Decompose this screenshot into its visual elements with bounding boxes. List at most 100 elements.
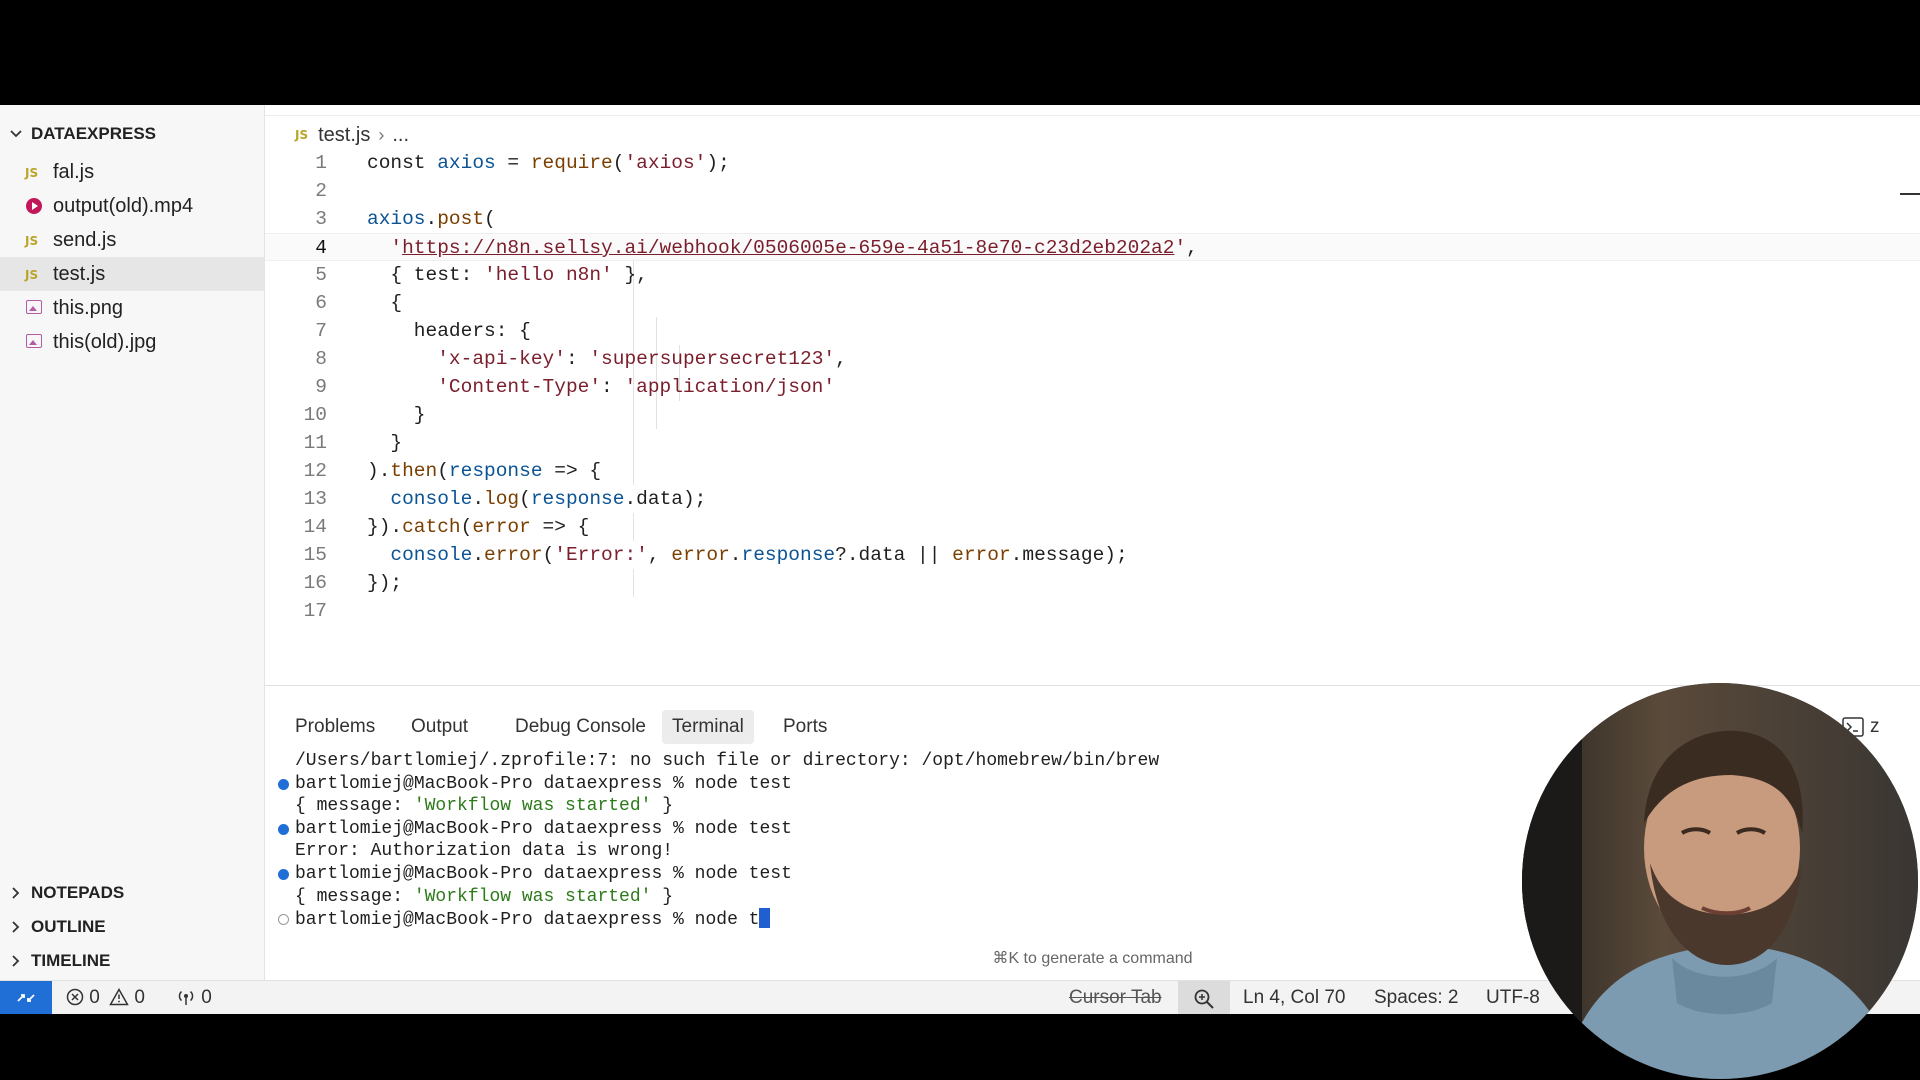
explorer-project-header[interactable]: DATAEXPRESS: [0, 119, 264, 149]
error-count: 0: [89, 987, 100, 1008]
code-text: console.log(response.data);: [390, 488, 707, 510]
breadcrumb-file[interactable]: test.js: [318, 124, 370, 146]
line-number: 15: [303, 544, 327, 566]
line-number: 10: [303, 404, 327, 426]
js-file-icon: JS: [295, 128, 309, 142]
cursor-tab-status[interactable]: Cursor Tab: [1069, 981, 1162, 1014]
chevron-right-icon: ›: [378, 125, 385, 145]
file-item-this-old-jpg[interactable]: this(old).jpg: [0, 325, 264, 359]
code-line[interactable]: 17: [265, 597, 1920, 625]
code-line[interactable]: 3 axios.post(: [265, 205, 1920, 233]
command-status-dot[interactable]: [278, 914, 289, 926]
tab-output[interactable]: Output: [401, 710, 478, 744]
file-item-send-js[interactable]: JS send.js: [0, 223, 264, 257]
code-line[interactable]: 4 'https://n8n.sellsy.ai/webhook/0506005…: [265, 233, 1920, 261]
code-line[interactable]: 8 'x-api-key': 'supersupersecret123',: [265, 345, 1920, 373]
presenter-portrait-image: [1522, 683, 1918, 1079]
line-number: 12: [303, 460, 327, 482]
code-line[interactable]: 6 {: [265, 289, 1920, 317]
code-line[interactable]: 13 console.log(response.data);: [265, 485, 1920, 513]
code-text: }).catch(error => {: [367, 516, 590, 538]
line-number: 17: [303, 600, 327, 622]
line-number: 6: [315, 292, 327, 314]
command-status-dot[interactable]: [278, 823, 289, 835]
ports-count: 0: [201, 987, 212, 1008]
terminal-line: bartlomiej@MacBook-Pro dataexpress % nod…: [278, 908, 771, 930]
timeline-label: TIMELINE: [31, 951, 111, 970]
code-text: }: [367, 404, 426, 426]
code-text: 'x-api-key': 'supersupersecret123',: [437, 348, 847, 370]
tab-terminal[interactable]: Terminal: [662, 710, 754, 744]
scrollbar-marker[interactable]: [1900, 193, 1920, 195]
command-status-dot[interactable]: [278, 778, 289, 790]
chevron-right-icon: [8, 944, 24, 978]
notepads-section-header[interactable]: NOTEPADS: [0, 876, 264, 910]
code-text: }: [367, 432, 403, 454]
js-file-icon: JS: [25, 268, 39, 282]
file-item-output-old-mp4[interactable]: output(old).mp4: [0, 189, 264, 223]
file-name: test.js: [53, 263, 106, 285]
indentation-status[interactable]: Spaces: 2: [1374, 981, 1459, 1014]
code-line[interactable]: 9 'Content-Type': 'application/json': [265, 373, 1920, 401]
video-file-icon: [24, 189, 46, 223]
outline-section-header[interactable]: OUTLINE: [0, 910, 264, 944]
file-name: output(old).mp4: [53, 195, 194, 217]
tab-problems[interactable]: Problems: [285, 710, 385, 744]
breadcrumb: JS test.js ›...: [295, 121, 409, 149]
line-number: 8: [315, 348, 327, 370]
file-name: this.png: [53, 297, 124, 319]
file-name: fal.js: [53, 161, 95, 183]
line-number: 11: [303, 432, 327, 454]
cursor-position-status[interactable]: Ln 4, Col 70: [1243, 981, 1345, 1014]
file-name: send.js: [53, 229, 117, 251]
file-item-test-js[interactable]: JS test.js: [0, 257, 264, 291]
code-line[interactable]: 5 { test: 'hello n8n' },: [265, 261, 1920, 289]
code-text: console.error('Error:', error.response?.…: [390, 544, 1128, 566]
timeline-section-header[interactable]: TIMELINE: [0, 944, 264, 978]
webcam-overlay: [1522, 683, 1918, 1079]
ports-status[interactable]: 0: [176, 981, 212, 1014]
terminal-cursor: [759, 908, 771, 929]
code-text: const axios = require('axios');: [367, 152, 730, 174]
code-text: 'https://n8n.sellsy.ai/webhook/0506005e-…: [390, 237, 1198, 259]
file-item-fal-js[interactable]: JS fal.js: [0, 155, 264, 189]
remote-icon: [17, 994, 35, 1002]
error-icon: [66, 988, 84, 1006]
code-text: {: [367, 292, 403, 314]
code-line[interactable]: 15 console.error('Error:', error.respons…: [265, 541, 1920, 569]
code-line[interactable]: 10 }: [265, 401, 1920, 429]
tab-ports[interactable]: Ports: [773, 710, 837, 744]
chevron-right-icon: [8, 910, 24, 944]
video-letterbox-top: [0, 0, 1920, 105]
code-editor[interactable]: JS test.js ›... 1 const axios = require('ax…: [265, 105, 1920, 685]
breadcrumb-symbol[interactable]: ...: [392, 124, 409, 146]
remote-button[interactable]: [0, 981, 52, 1014]
project-name: DATAEXPRESS: [31, 124, 157, 143]
line-number: 4: [315, 237, 327, 259]
zoom-icon: [1194, 989, 1214, 1009]
line-number: 9: [315, 376, 327, 398]
chevron-right-icon: [8, 876, 24, 910]
code-line[interactable]: 14}).catch(error => {: [265, 513, 1920, 541]
line-number: 5: [315, 264, 327, 286]
code-line[interactable]: 1 const axios = require('axios');: [265, 149, 1920, 177]
warning-icon: [109, 987, 129, 1006]
line-number: 2: [315, 180, 327, 202]
file-item-this-png[interactable]: this.png: [0, 291, 264, 325]
terminal-line: bartlomiej@MacBook-Pro dataexpress % nod…: [278, 773, 792, 795]
code-line[interactable]: 16});: [265, 569, 1920, 597]
code-line[interactable]: 12).then(response => {: [265, 457, 1920, 485]
code-line[interactable]: 2: [265, 177, 1920, 205]
code-line[interactable]: 11 }: [265, 429, 1920, 457]
outline-label: OUTLINE: [31, 917, 106, 936]
js-file-icon: JS: [25, 166, 39, 180]
tab-debug-console[interactable]: Debug Console: [505, 710, 656, 744]
problems-status[interactable]: 0 0: [66, 981, 145, 1014]
command-status-dot[interactable]: [278, 869, 289, 880]
code-line[interactable]: 7 headers: {: [265, 317, 1920, 345]
terminal-line: /Users/bartlomiej/.zprofile:7: no such f…: [295, 751, 1160, 771]
line-number: 16: [303, 572, 327, 594]
line-number: 3: [315, 208, 327, 230]
js-file-icon: JS: [25, 234, 39, 248]
zoom-button[interactable]: [1178, 981, 1230, 1014]
